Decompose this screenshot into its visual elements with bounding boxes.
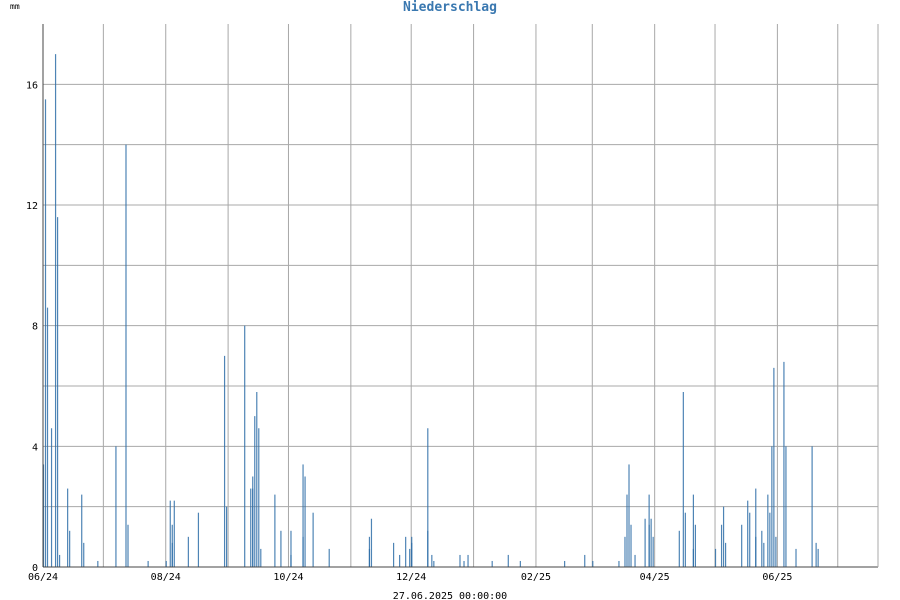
x-tick-label: 02/25 — [521, 572, 551, 583]
x-tick-label: 08/24 — [151, 572, 181, 583]
x-tick-label: 10/24 — [273, 572, 303, 583]
y-tick-label: 12 — [26, 201, 38, 212]
x-tick-labels: 06/24 08/24 10/24 12/24 02/25 04/25 06/25 — [28, 572, 793, 583]
chart-title: Niederschlag — [403, 0, 497, 15]
y-tick-label: 8 — [32, 322, 38, 333]
grid-lines — [43, 24, 878, 567]
x-tick-label: 12/24 — [396, 572, 426, 583]
axes — [42, 24, 879, 568]
x-tick-label: 04/25 — [640, 572, 670, 583]
y-tick-label: 16 — [26, 80, 38, 91]
precipitation-bars — [42, 54, 819, 567]
precipitation-chart: mm Niederschlag 0481216 06/24 08/24 10/24 1… — [10, 0, 879, 600]
x-tick-label: 06/24 — [28, 572, 58, 583]
y-tick-labels: 0481216 — [26, 80, 38, 574]
y-tick-label: 4 — [32, 442, 38, 453]
x-axis-timestamp: 27.06.2025 00:00:00 — [393, 591, 507, 600]
x-tick-label: 06/25 — [762, 572, 792, 583]
y-axis-unit-label: mm — [10, 2, 20, 11]
